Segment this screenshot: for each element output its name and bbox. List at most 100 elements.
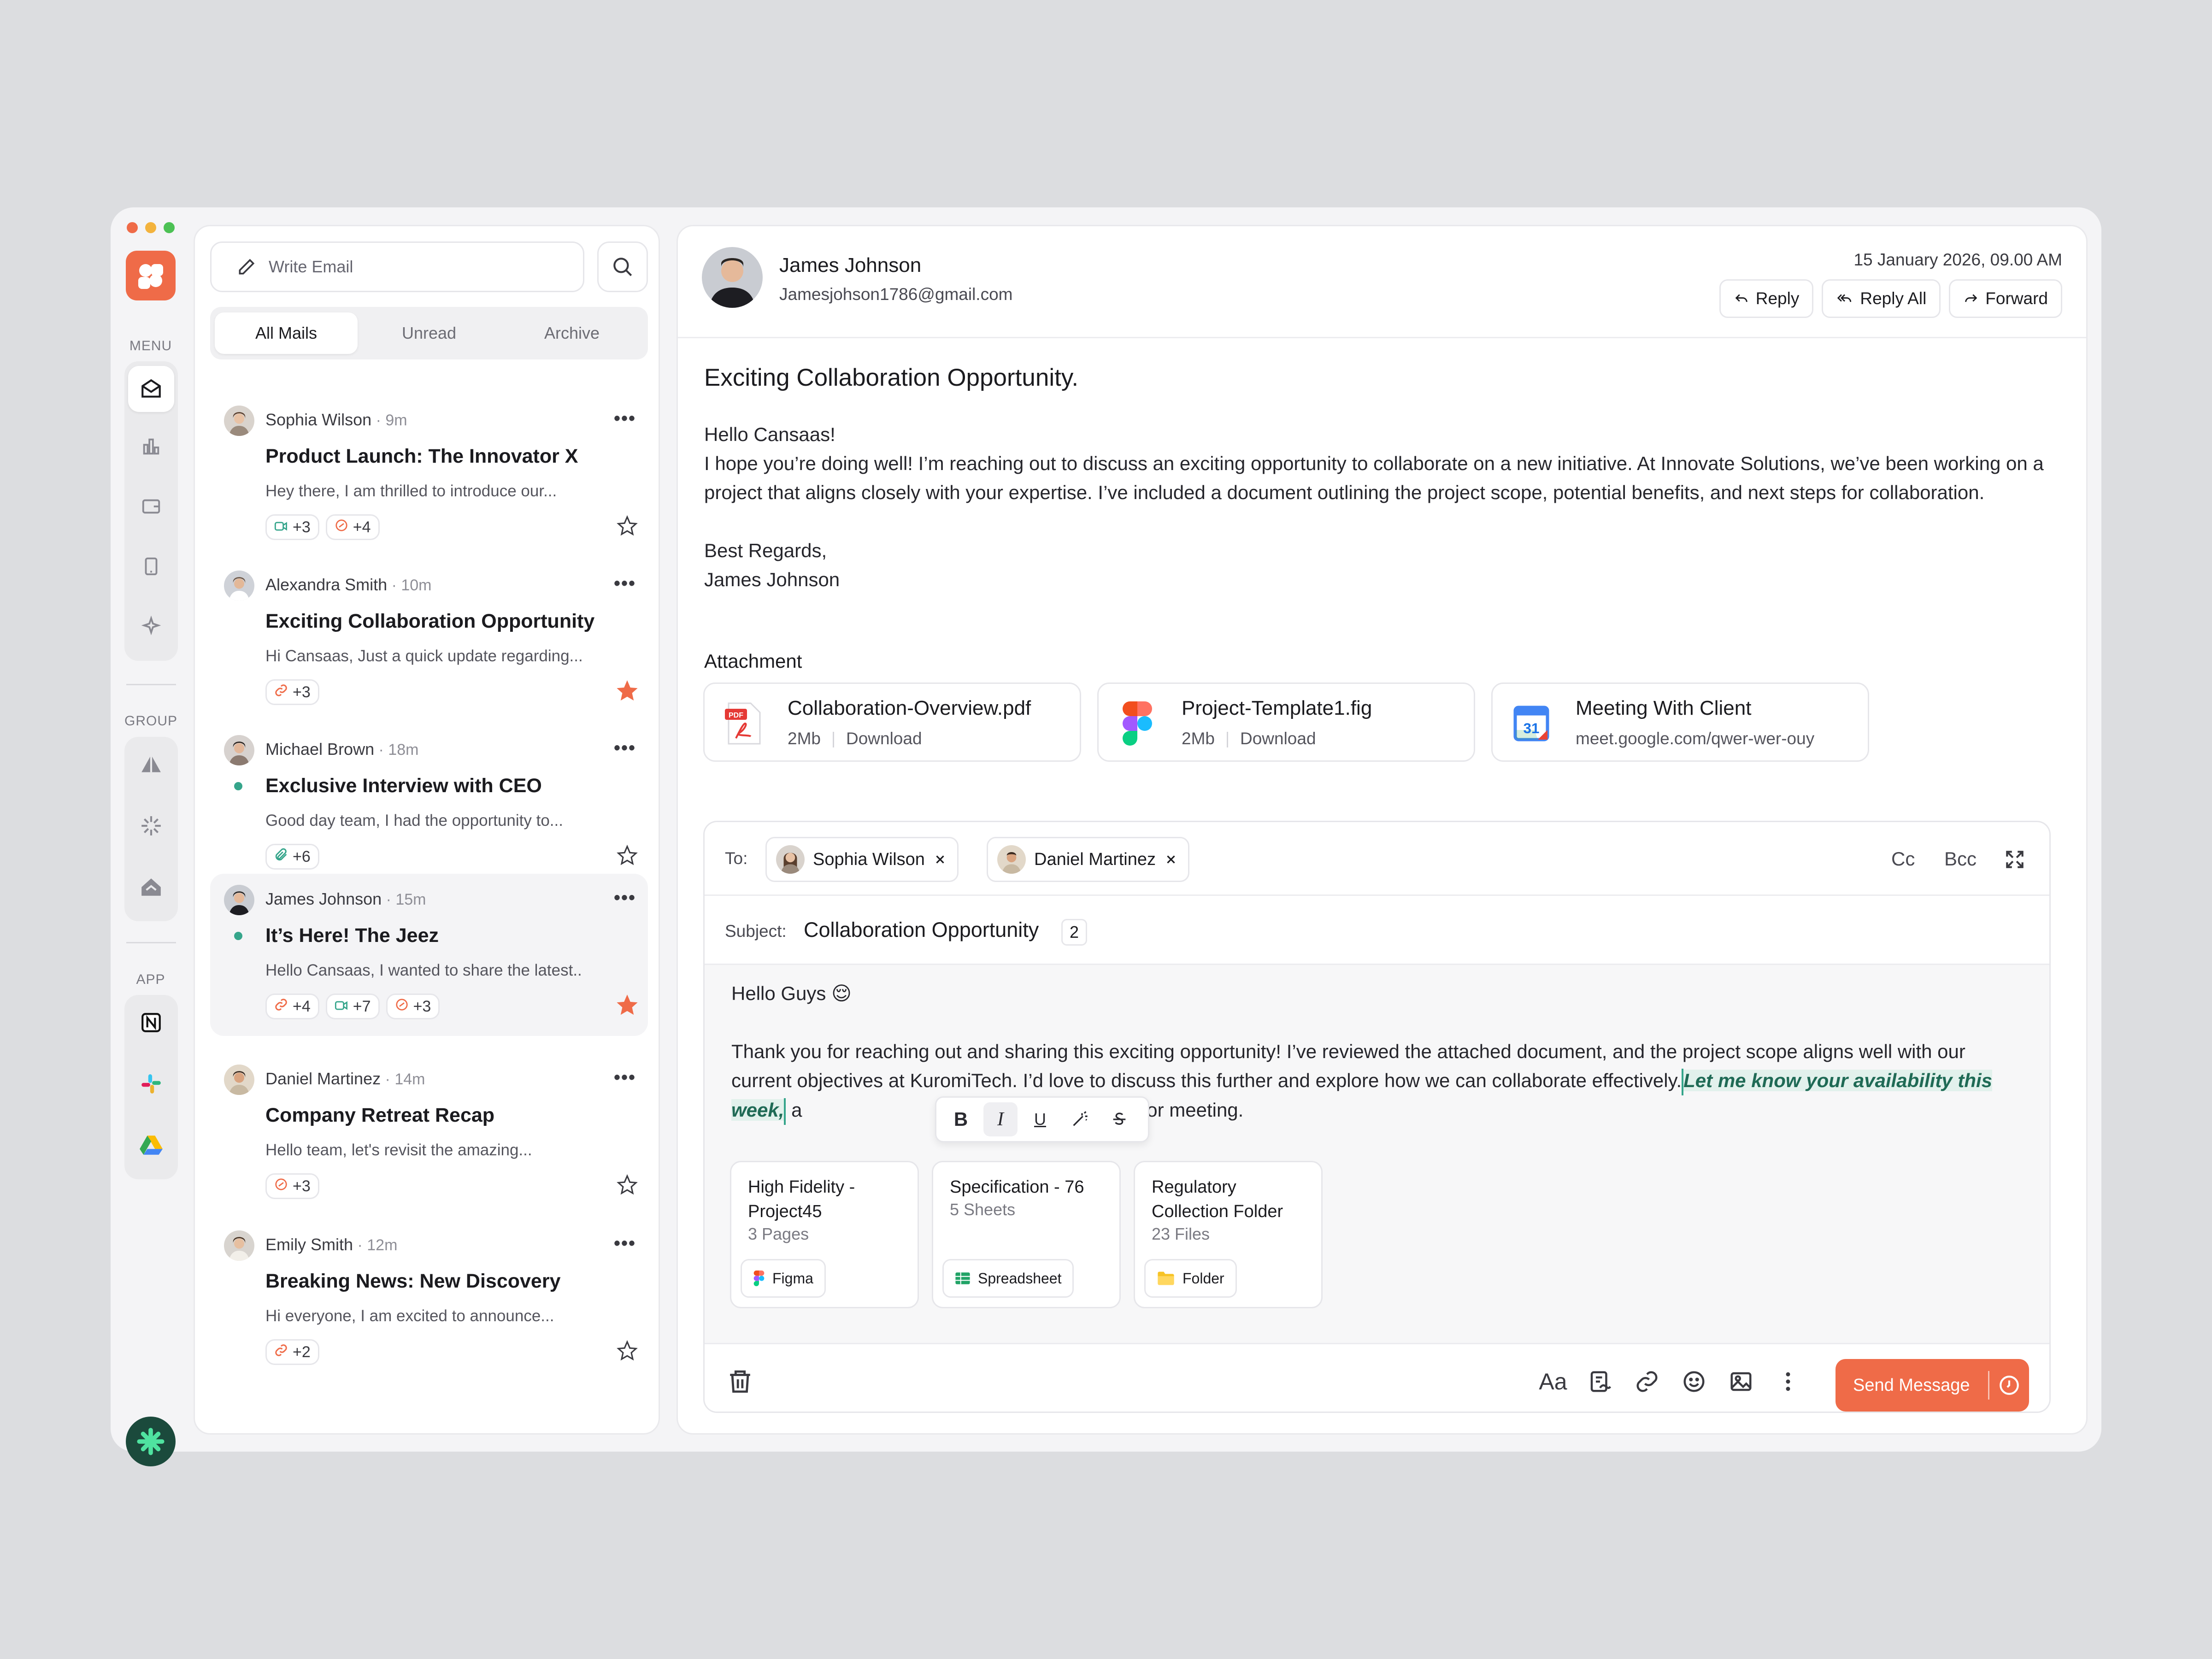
recipient-chip[interactable]: Sophia Wilson bbox=[765, 837, 959, 882]
remove-recipient-icon[interactable] bbox=[933, 853, 947, 866]
drive-app-button[interactable] bbox=[128, 1122, 174, 1168]
file-card[interactable]: Specification - 76 5 Sheets Spreadsheet bbox=[932, 1161, 1121, 1308]
font-format-button[interactable]: Aa bbox=[1534, 1363, 1572, 1400]
sender-name: Daniel Martinez bbox=[265, 1069, 381, 1088]
notion-app-button[interactable] bbox=[128, 1000, 174, 1046]
chip-count: +7 bbox=[353, 997, 371, 1015]
star-outline-icon[interactable] bbox=[617, 844, 638, 866]
group-2-button[interactable] bbox=[128, 803, 174, 849]
more-options-icon[interactable]: ••• bbox=[614, 888, 636, 908]
wallet-nav-button[interactable] bbox=[128, 483, 174, 529]
trash-icon[interactable] bbox=[727, 1368, 753, 1395]
user-avatar[interactable] bbox=[126, 1417, 176, 1466]
emoji-button[interactable] bbox=[1675, 1363, 1713, 1400]
spreadsheet-icon bbox=[955, 1272, 970, 1284]
mail-sender: Daniel Martinez · 14m bbox=[265, 1069, 425, 1088]
mail-nav-button[interactable] bbox=[128, 366, 174, 412]
minimize-dot[interactable] bbox=[145, 222, 156, 233]
mail-chips: +3 +4 bbox=[265, 514, 380, 540]
compose-body[interactable]: Hello Guys 😌 Thank you for reaching out … bbox=[705, 965, 2049, 1343]
group-1-button[interactable] bbox=[128, 741, 174, 788]
attachment-size: 2Mb bbox=[1182, 729, 1215, 748]
mail-list-item[interactable]: Alexandra Smith · 10m ••• Exciting Colla… bbox=[210, 559, 648, 722]
file-card[interactable]: Regulatory Collection Folder 23 Files Fo… bbox=[1134, 1161, 1323, 1308]
sender-email: Jamesjohson1786@gmail.com bbox=[779, 285, 1013, 304]
device-nav-button[interactable] bbox=[128, 543, 174, 589]
mail-list-item[interactable]: Daniel Martinez · 14m ••• Company Retrea… bbox=[210, 1053, 648, 1216]
mail-list-item[interactable]: Emily Smith · 12m ••• Breaking News: New… bbox=[210, 1219, 648, 1382]
subject-input[interactable]: Collaboration Opportunity bbox=[804, 918, 1039, 942]
signature-button[interactable] bbox=[1581, 1363, 1619, 1400]
search-button[interactable] bbox=[597, 241, 648, 292]
attachment-fig[interactable]: Project-Template1.fig 2Mb Download bbox=[1097, 682, 1475, 762]
cc-button[interactable]: Cc bbox=[1891, 848, 1915, 870]
star-outline-icon[interactable] bbox=[617, 1174, 638, 1195]
tab-all-mails[interactable]: All Mails bbox=[215, 312, 358, 354]
more-options-icon[interactable]: ••• bbox=[614, 408, 636, 429]
star-filled-icon[interactable] bbox=[617, 994, 638, 1016]
attachment-count-chip: +4 bbox=[265, 994, 319, 1019]
star-outline-icon[interactable] bbox=[617, 1340, 638, 1361]
maximize-dot[interactable] bbox=[164, 222, 175, 233]
svg-text:PDF: PDF bbox=[729, 712, 743, 719]
bcc-button[interactable]: Bcc bbox=[1944, 848, 1977, 870]
forward-button[interactable]: Forward bbox=[1949, 279, 2062, 318]
app-logo[interactable] bbox=[126, 251, 176, 300]
send-message-button[interactable]: Send Message bbox=[1835, 1359, 2029, 1412]
image-button[interactable] bbox=[1722, 1363, 1760, 1400]
write-email-button[interactable]: Write Email bbox=[210, 241, 584, 292]
magic-format-button[interactable] bbox=[1063, 1102, 1097, 1136]
chart-icon bbox=[143, 438, 159, 455]
mail-list-item[interactable]: Sophia Wilson · 9m ••• Product Launch: T… bbox=[210, 394, 648, 557]
file-card[interactable]: High Fidelity - Project45 3 Pages Figma bbox=[730, 1161, 919, 1308]
star-button[interactable] bbox=[617, 844, 638, 868]
reply-all-button[interactable]: Reply All bbox=[1822, 279, 1941, 318]
remove-recipient-icon[interactable] bbox=[1164, 853, 1178, 866]
more-options-button[interactable] bbox=[1769, 1363, 1807, 1400]
mail-preview: Hey there, I am thrilled to introduce ou… bbox=[265, 482, 557, 500]
star-button[interactable] bbox=[617, 994, 638, 1018]
meeting-link[interactable]: meet.google.com/qwer-wer-ouy bbox=[1576, 729, 1814, 748]
star-button[interactable] bbox=[617, 680, 638, 704]
video-icon bbox=[274, 518, 288, 536]
bold-button[interactable]: B bbox=[944, 1102, 978, 1136]
more-options-icon[interactable]: ••• bbox=[614, 1067, 636, 1088]
mail-list-item[interactable]: Michael Brown · 18m ••• Exclusive Interv… bbox=[210, 724, 648, 886]
star-filled-icon[interactable] bbox=[617, 680, 638, 701]
recipient-chip[interactable]: Daniel Martinez bbox=[987, 837, 1189, 882]
to-row: To: Sophia Wilson Daniel Martinez Cc Bcc bbox=[705, 822, 2049, 896]
attachment-pdf[interactable]: PDF Collaboration-Overview.pdf 2Mb Downlo… bbox=[703, 682, 1081, 762]
attachment-size: 2Mb bbox=[788, 729, 821, 748]
mail-list-item[interactable]: James Johnson · 15m ••• It’s Here! The J… bbox=[210, 874, 648, 1036]
tab-archive[interactable]: Archive bbox=[500, 312, 643, 354]
analytics-nav-button[interactable] bbox=[128, 424, 174, 470]
group-3-button[interactable] bbox=[128, 864, 174, 910]
ai-nav-button[interactable] bbox=[128, 603, 174, 649]
download-link[interactable]: Download bbox=[846, 729, 922, 748]
star-button[interactable] bbox=[617, 515, 638, 539]
star-outline-icon[interactable] bbox=[617, 515, 638, 536]
schedule-send-button[interactable] bbox=[1989, 1374, 2029, 1397]
slack-app-button[interactable] bbox=[128, 1061, 174, 1107]
more-options-icon[interactable]: ••• bbox=[614, 1233, 636, 1254]
star-button[interactable] bbox=[617, 1174, 638, 1198]
more-options-icon[interactable]: ••• bbox=[614, 738, 636, 759]
italic-button[interactable]: I bbox=[983, 1102, 1018, 1136]
expand-icon[interactable] bbox=[2003, 848, 2026, 871]
attachment-meeting[interactable]: 31 Meeting With Client meet.google.com/q… bbox=[1491, 682, 1869, 762]
mail-preview: Hi everyone, I am excited to announce... bbox=[265, 1307, 554, 1325]
asterisk-icon bbox=[137, 1428, 165, 1455]
strikethrough-button[interactable] bbox=[1102, 1102, 1136, 1136]
send-label: Send Message bbox=[1853, 1375, 1970, 1395]
message-text[interactable]: Hello Guys 😌 Thank you for reaching out … bbox=[731, 979, 2022, 1125]
attachment-name: Meeting With Client bbox=[1576, 697, 1752, 719]
reply-button[interactable]: Reply bbox=[1719, 279, 1814, 318]
tab-unread[interactable]: Unread bbox=[358, 312, 500, 354]
link-button[interactable] bbox=[1628, 1363, 1666, 1400]
download-link[interactable]: Download bbox=[1240, 729, 1316, 748]
underline-button[interactable]: U bbox=[1023, 1102, 1057, 1136]
more-options-icon[interactable]: ••• bbox=[614, 573, 636, 594]
close-dot[interactable] bbox=[127, 222, 138, 233]
star-button[interactable] bbox=[617, 1340, 638, 1364]
video-icon bbox=[335, 998, 348, 1016]
